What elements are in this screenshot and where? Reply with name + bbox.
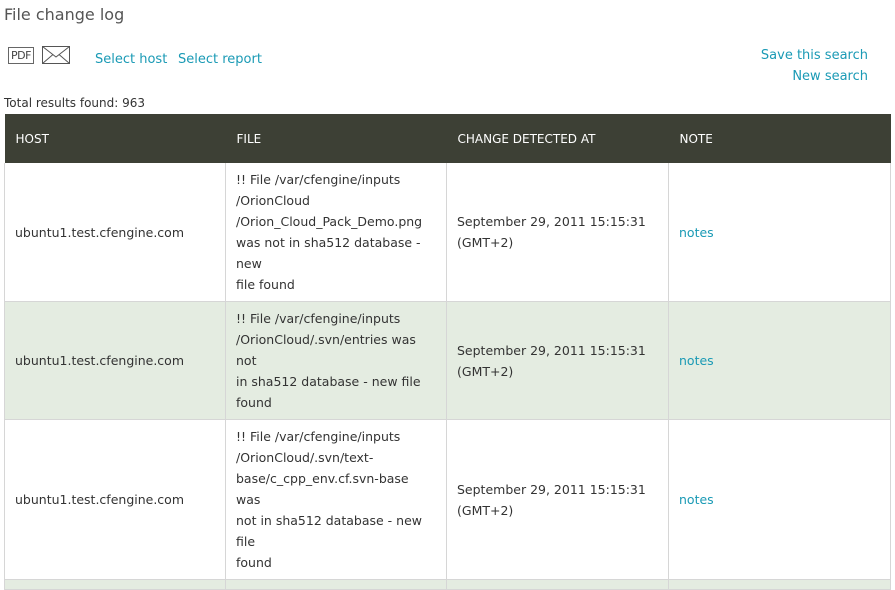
file-line: /OrionCloud — [236, 193, 310, 208]
detected-date: September 29, 2011 15:15:31 — [457, 481, 646, 497]
column-header-note[interactable]: NOTE — [668, 114, 891, 163]
column-header-file[interactable]: FILE — [225, 114, 447, 163]
new-search-link[interactable]: New search — [792, 69, 868, 84]
file-line: !! File /var/cfengine/inputs — [236, 429, 401, 444]
detected-cell: September 29, 2011 15:15:31 (GMT+2) — [446, 301, 669, 420]
email-icon[interactable] — [42, 46, 70, 64]
file-line: /Orion_Cloud_Pack_Demo.png — [236, 214, 423, 229]
column-header-change-detected[interactable]: CHANGE DETECTED AT — [446, 114, 669, 163]
notes-link[interactable]: notes — [679, 353, 714, 368]
export-toolbar: PDF — [8, 46, 70, 64]
host-cell: ubuntu1.test.cfengine.com — [4, 163, 226, 302]
note-cell: notes — [668, 301, 891, 420]
host-cell: ubuntu1.test.cfengine.com — [4, 419, 226, 580]
table-header-row: HOST FILE CHANGE DETECTED AT NOTE — [4, 114, 891, 163]
table-row-partial — [4, 579, 891, 590]
save-search-link[interactable]: Save this search — [761, 48, 868, 63]
file-line: in sha512 database - new file — [236, 374, 421, 389]
note-cell: notes — [668, 419, 891, 580]
detected-date: September 29, 2011 15:15:31 — [457, 342, 646, 358]
detected-cell: September 29, 2011 15:15:31 (GMT+2) — [446, 163, 669, 302]
file-line: file found — [236, 277, 295, 292]
table-row: ubuntu1.test.cfengine.com !! File /var/c… — [4, 163, 891, 302]
detected-timezone: (GMT+2) — [457, 235, 514, 250]
file-line: base/c_cpp_env.cf.svn-base was — [236, 471, 409, 507]
file-line: !! File /var/cfengine/inputs — [236, 172, 401, 187]
page-title: File change log — [4, 5, 125, 24]
detected-cell: September 29, 2011 15:15:31 (GMT+2) — [446, 419, 669, 580]
detected-date: September 29, 2011 15:15:31 — [457, 214, 646, 229]
file-line: !! File /var/cfengine/inputs — [236, 311, 401, 326]
table-row: ubuntu1.test.cfengine.com !! File /var/c… — [4, 419, 891, 580]
file-line: /OrionCloud/.svn/entries was not — [236, 332, 416, 368]
file-cell: !! File /var/cfengine/inputs /OrionCloud… — [225, 163, 447, 302]
total-results: Total results found: 963 — [4, 96, 146, 110]
file-line: was not in sha512 database - new — [236, 235, 421, 271]
select-report-link[interactable]: Select report — [178, 52, 262, 67]
results-table: HOST FILE CHANGE DETECTED AT NOTE ubuntu… — [4, 114, 891, 590]
host-cell: ubuntu1.test.cfengine.com — [4, 301, 226, 420]
detected-timezone: (GMT+2) — [457, 502, 514, 518]
notes-link[interactable]: notes — [679, 492, 714, 507]
file-line: /OrionCloud/.svn/text- — [236, 450, 374, 465]
column-header-host[interactable]: HOST — [4, 114, 226, 163]
pdf-export-icon[interactable]: PDF — [8, 46, 34, 64]
file-cell: !! File /var/cfengine/inputs /OrionCloud… — [225, 301, 447, 420]
file-cell: !! File /var/cfengine/inputs /OrionCloud… — [225, 419, 447, 580]
file-line: found — [236, 395, 272, 410]
file-line: not in sha512 database - new file — [236, 513, 422, 549]
notes-link[interactable]: notes — [679, 225, 714, 240]
detected-timezone: (GMT+2) — [457, 363, 514, 379]
note-cell: notes — [668, 163, 891, 302]
file-line: found — [236, 555, 272, 570]
table-row: ubuntu1.test.cfengine.com !! File /var/c… — [4, 301, 891, 420]
select-host-link[interactable]: Select host — [95, 52, 167, 67]
